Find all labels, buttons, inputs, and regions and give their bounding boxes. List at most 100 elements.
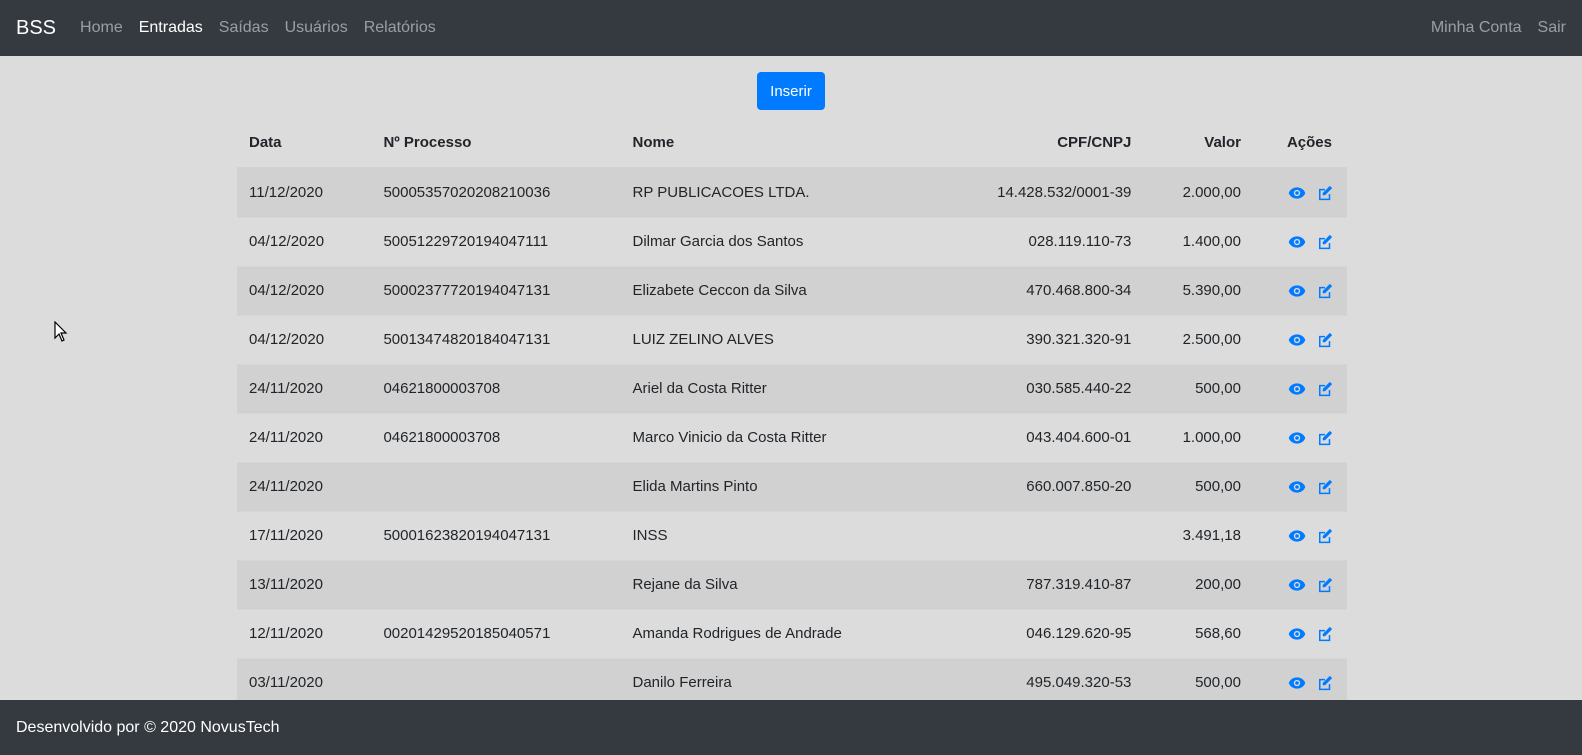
table-row: 12/11/2020 00201429520185040571 Amanda Rod… bbox=[237, 608, 1347, 658]
cell-nome: Elida Martins Pinto bbox=[620, 461, 949, 511]
cell-data: 24/11/2020 bbox=[237, 363, 372, 413]
cell-nome: Amanda Rodrigues de Andrade bbox=[620, 608, 949, 658]
edit-icon[interactable] bbox=[1315, 380, 1335, 398]
header-data: Data bbox=[237, 118, 372, 169]
cell-acoes bbox=[1252, 559, 1347, 609]
cell-acoes bbox=[1252, 314, 1347, 364]
cell-valor: 568,60 bbox=[1143, 608, 1253, 658]
nav-entradas[interactable]: Entradas bbox=[139, 19, 203, 37]
cell-acoes bbox=[1252, 510, 1347, 560]
cell-valor: 5.390,00 bbox=[1143, 265, 1253, 315]
eye-icon[interactable] bbox=[1287, 184, 1307, 202]
edit-icon[interactable] bbox=[1315, 527, 1335, 545]
cell-valor: 3.491,18 bbox=[1143, 510, 1253, 560]
nav-right: Minha Conta Sair bbox=[1431, 19, 1566, 37]
table-row: 24/11/2020 04621800003708 Marco Vinicio da… bbox=[237, 412, 1347, 462]
cell-processo: 50005357020208210036 bbox=[371, 167, 621, 217]
cell-valor: 500,00 bbox=[1143, 461, 1253, 511]
edit-icon[interactable] bbox=[1315, 576, 1335, 594]
edit-icon[interactable] bbox=[1315, 674, 1335, 692]
cell-data: 11/12/2020 bbox=[237, 167, 372, 217]
cell-acoes bbox=[1252, 216, 1347, 266]
cell-acoes bbox=[1252, 461, 1347, 511]
cell-nome: Dilmar Garcia dos Santos bbox=[620, 216, 949, 266]
cell-valor: 1.400,00 bbox=[1143, 216, 1253, 266]
table-row: 17/11/2020 50001623820194047131 INSS 3.491,… bbox=[237, 510, 1347, 560]
row-actions bbox=[1265, 478, 1335, 496]
page-footer: Desenvolvido por © 2020 NovusTech bbox=[0, 700, 1582, 755]
table-row: 11/12/2020 50005357020208210036 RP PUBLICA… bbox=[237, 167, 1347, 217]
cell-nome: Ariel da Costa Ritter bbox=[620, 363, 949, 413]
cell-cpf-cnpj: 030.585.440-22 bbox=[948, 363, 1144, 413]
cell-processo: 04621800003708 bbox=[371, 363, 621, 413]
cell-valor: 200,00 bbox=[1143, 559, 1253, 609]
cell-cpf-cnpj: 660.007.850-20 bbox=[948, 461, 1144, 511]
eye-icon[interactable] bbox=[1287, 331, 1307, 349]
insert-wrapper: Inserir bbox=[0, 72, 1582, 110]
eye-icon[interactable] bbox=[1287, 625, 1307, 643]
cell-valor: 2.500,00 bbox=[1143, 314, 1253, 364]
header-valor: Valor bbox=[1143, 118, 1253, 169]
row-actions bbox=[1265, 625, 1335, 643]
cell-valor: 1.000,00 bbox=[1143, 412, 1253, 462]
cell-nome: Elizabete Ceccon da Silva bbox=[620, 265, 949, 315]
cell-data: 24/11/2020 bbox=[237, 461, 372, 511]
table-header-row: Data Nº Processo Nome CPF/CNPJ Valor Açõ… bbox=[237, 118, 1347, 169]
edit-icon[interactable] bbox=[1315, 331, 1335, 349]
nav-minha-conta[interactable]: Minha Conta bbox=[1431, 19, 1522, 37]
cell-cpf-cnpj: 787.319.410-87 bbox=[948, 559, 1144, 609]
edit-icon[interactable] bbox=[1315, 233, 1335, 251]
eye-icon[interactable] bbox=[1287, 527, 1307, 545]
mouse-cursor-icon bbox=[54, 321, 68, 342]
eye-icon[interactable] bbox=[1287, 380, 1307, 398]
edit-icon[interactable] bbox=[1315, 282, 1335, 300]
eye-icon[interactable] bbox=[1287, 233, 1307, 251]
table-row: 24/11/2020 Elida Martins Pinto 660.007.850… bbox=[237, 461, 1347, 511]
brand-logo[interactable]: BSS bbox=[16, 17, 56, 40]
nav-sair[interactable]: Sair bbox=[1538, 19, 1566, 37]
table-row: 13/11/2020 Rejane da Silva 787.319.410-87 2… bbox=[237, 559, 1347, 609]
cell-data: 04/12/2020 bbox=[237, 265, 372, 315]
cell-nome: Marco Vinicio da Costa Ritter bbox=[620, 412, 949, 462]
entries-table: Data Nº Processo Nome CPF/CNPJ Valor Açõ… bbox=[237, 118, 1347, 707]
insert-button[interactable]: Inserir bbox=[757, 72, 825, 110]
cell-acoes bbox=[1252, 608, 1347, 658]
cell-cpf-cnpj bbox=[948, 510, 1144, 560]
nav-saidas[interactable]: Saídas bbox=[219, 19, 269, 37]
cell-nome: LUIZ ZELINO ALVES bbox=[620, 314, 949, 364]
edit-icon[interactable] bbox=[1315, 429, 1335, 447]
cell-data: 12/11/2020 bbox=[237, 608, 372, 658]
eye-icon[interactable] bbox=[1287, 576, 1307, 594]
cell-cpf-cnpj: 470.468.800-34 bbox=[948, 265, 1144, 315]
eye-icon[interactable] bbox=[1287, 478, 1307, 496]
row-actions bbox=[1265, 527, 1335, 545]
table-row: 04/12/2020 50002377720194047131 Elizabete … bbox=[237, 265, 1347, 315]
cell-cpf-cnpj: 046.129.620-95 bbox=[948, 608, 1144, 658]
edit-icon[interactable] bbox=[1315, 478, 1335, 496]
eye-icon[interactable] bbox=[1287, 674, 1307, 692]
edit-icon[interactable] bbox=[1315, 625, 1335, 643]
edit-icon[interactable] bbox=[1315, 184, 1335, 202]
cell-processo: 00201429520185040571 bbox=[371, 608, 621, 658]
header-nome: Nome bbox=[620, 118, 949, 169]
cell-cpf-cnpj: 14.428.532/0001-39 bbox=[948, 167, 1144, 217]
cell-acoes bbox=[1252, 363, 1347, 413]
nav-usuarios[interactable]: Usuários bbox=[285, 19, 348, 37]
nav-relatorios[interactable]: Relatórios bbox=[364, 19, 436, 37]
eye-icon[interactable] bbox=[1287, 282, 1307, 300]
row-actions bbox=[1265, 576, 1335, 594]
header-processo: Nº Processo bbox=[371, 118, 621, 169]
top-navbar: BSS Home Entradas Saídas Usuários Relató… bbox=[0, 0, 1582, 56]
cell-nome: Rejane da Silva bbox=[620, 559, 949, 609]
cell-processo bbox=[371, 461, 621, 511]
row-actions bbox=[1265, 331, 1335, 349]
cell-data: 13/11/2020 bbox=[237, 559, 372, 609]
eye-icon[interactable] bbox=[1287, 429, 1307, 447]
nav-links: Home Entradas Saídas Usuários Relatórios bbox=[80, 19, 436, 37]
cell-data: 04/12/2020 bbox=[237, 314, 372, 364]
table-row: 04/12/2020 50051229720194047111 Dilmar Gar… bbox=[237, 216, 1347, 266]
cell-processo bbox=[371, 559, 621, 609]
cell-nome: INSS bbox=[620, 510, 949, 560]
row-actions bbox=[1265, 282, 1335, 300]
nav-home[interactable]: Home bbox=[80, 19, 123, 37]
